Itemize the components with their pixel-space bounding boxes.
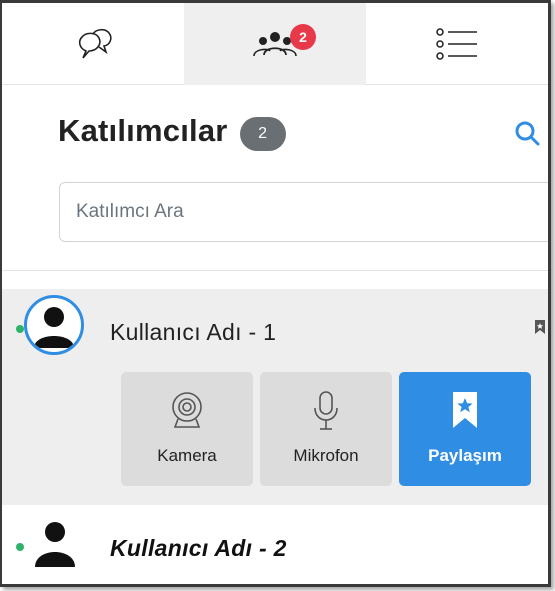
- user-icon: [35, 522, 75, 567]
- online-status-dot: [16, 325, 24, 333]
- participant-row[interactable]: Kullanıcı Adı - 2: [2, 505, 548, 584]
- list-icon: [436, 28, 477, 60]
- divider: [2, 270, 548, 271]
- participant-count-badge: 2: [239, 117, 286, 151]
- participant-row[interactable]: Kullanıcı Adı - 1 Kamera Mikrofon Paylaş…: [2, 289, 548, 505]
- chat-bubbles-icon: [78, 28, 112, 59]
- bookmark-star-icon: [453, 392, 477, 428]
- share-button[interactable]: Paylaşım: [399, 372, 531, 486]
- camera-button[interactable]: Kamera: [121, 372, 253, 486]
- participant-search-input[interactable]: [59, 182, 548, 242]
- notification-badge: 2: [290, 24, 316, 50]
- microphone-button-label: Mikrofon: [293, 446, 359, 465]
- tab-list[interactable]: [366, 3, 548, 85]
- tab-participants[interactable]: 2: [184, 3, 366, 85]
- webcam-icon: [172, 392, 202, 428]
- search-button[interactable]: [513, 119, 543, 149]
- tab-chat[interactable]: [2, 3, 184, 85]
- microphone-button[interactable]: Mikrofon: [260, 372, 392, 486]
- avatar: [24, 295, 84, 355]
- participant-actions: Kamera Mikrofon Paylaşım: [121, 372, 531, 486]
- share-button-label: Paylaşım: [428, 446, 502, 465]
- microphone-icon: [314, 391, 338, 430]
- tab-bar: 2: [2, 3, 548, 85]
- page-title: Katılımcılar: [58, 113, 228, 148]
- search-icon: [515, 121, 540, 146]
- bookmark-icon[interactable]: [534, 319, 546, 335]
- participant-name: Kullanıcı Adı - 1: [110, 319, 277, 345]
- panel-header: Katılımcılar 2: [58, 111, 286, 151]
- camera-button-label: Kamera: [157, 446, 217, 465]
- participant-name: Kullanıcı Adı - 2: [110, 535, 287, 561]
- participants-panel: 2 Katılımcılar 2 Kullanıcı Adı -: [0, 0, 551, 587]
- user-icon: [34, 307, 74, 348]
- online-status-dot: [16, 543, 24, 551]
